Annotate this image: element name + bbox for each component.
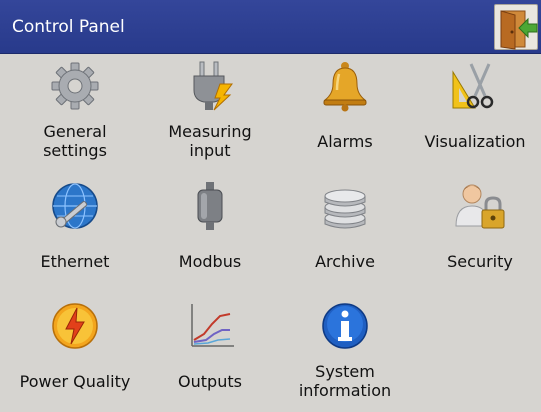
tile-power-quality[interactable]: Power Quality <box>10 294 140 412</box>
tile-label: Power Quality <box>19 371 131 391</box>
tile-measuring-input[interactable]: Measuring input <box>145 54 275 172</box>
tile-label: System information <box>298 362 392 400</box>
tile-visualization[interactable]: Visualization <box>410 54 540 172</box>
lightning-icon <box>52 303 98 349</box>
tile-label: Security <box>447 251 513 271</box>
tile-ethernet[interactable]: Ethernet <box>10 174 140 292</box>
tile-alarms[interactable]: Alarms <box>280 54 410 172</box>
tile-modbus[interactable]: Modbus <box>145 174 275 292</box>
tile-archive[interactable]: Archive <box>280 174 410 292</box>
modbus-module-icon <box>197 182 223 230</box>
tile-security[interactable]: Security <box>415 174 541 292</box>
tile-label: Outputs <box>178 371 242 391</box>
globe-wrench-icon <box>52 183 98 229</box>
tile-label: Ethernet <box>40 251 110 271</box>
tile-label: Alarms <box>317 131 373 151</box>
drawing-tools-icon <box>452 63 494 109</box>
tile-label: Archive <box>315 251 375 271</box>
tile-outputs[interactable]: Outputs <box>145 294 275 412</box>
info-icon <box>322 303 368 349</box>
chart-lines-icon <box>191 304 234 347</box>
tile-label: General settings <box>43 122 107 160</box>
tile-label: Visualization <box>424 131 526 151</box>
user-lock-icon <box>455 184 505 229</box>
tile-system-information[interactable]: System information <box>280 294 410 412</box>
exit-door-icon <box>500 10 538 50</box>
title-bar: Control Panel <box>0 0 541 54</box>
tile-label: Modbus <box>178 251 242 271</box>
plug-icon <box>193 61 233 111</box>
database-icon <box>324 189 366 229</box>
gear-icon <box>51 62 99 110</box>
exit-button[interactable] <box>494 4 538 50</box>
control-panel-grid: General settings Measuring input Alarms <box>0 54 541 409</box>
tile-label: Measuring input <box>168 122 252 160</box>
bell-icon <box>323 62 367 112</box>
page-title: Control Panel <box>12 17 125 37</box>
tile-general-settings[interactable]: General settings <box>10 54 140 172</box>
